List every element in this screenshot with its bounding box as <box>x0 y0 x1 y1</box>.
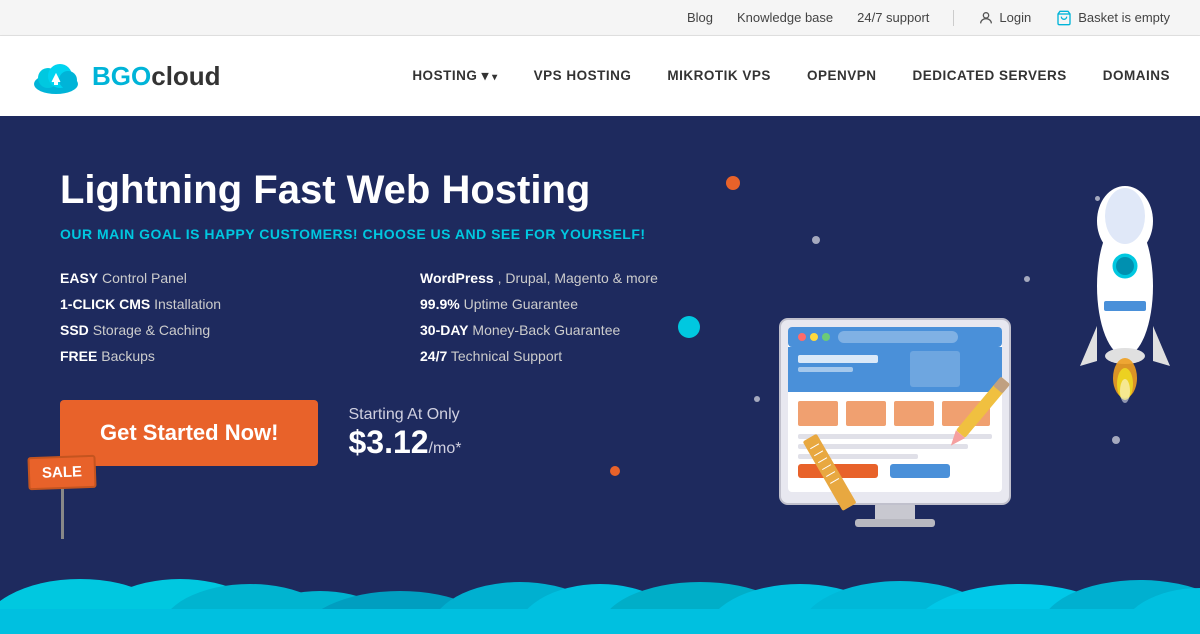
knowledge-base-label: Knowledge base <box>737 10 833 25</box>
basket-label: Basket is empty <box>1078 10 1170 25</box>
dot-2 <box>812 236 820 244</box>
feature-6-text: Money-Back Guarantee <box>472 322 620 338</box>
login-label: Login <box>999 10 1031 25</box>
cta-area: Get Started Now! Starting At Only $3.12/… <box>60 400 740 466</box>
nav-item-mikrotik[interactable]: MIKROTIK VPS <box>667 67 771 85</box>
dot-8 <box>610 466 620 476</box>
sale-post <box>61 489 64 539</box>
feature-8-text: Technical Support <box>451 348 562 364</box>
basket-icon <box>1055 10 1073 26</box>
nav-link-domains[interactable]: DOMAINS <box>1103 68 1170 83</box>
pricing-amount: $3.12/mo* <box>348 424 461 461</box>
nav-link-openvpn[interactable]: OPENVPN <box>807 68 877 83</box>
feature-5-text: Storage & Caching <box>93 322 211 338</box>
rocket-illustration <box>1060 126 1190 446</box>
feature-1-text: Control Panel <box>102 270 187 286</box>
user-icon <box>978 10 994 26</box>
feature-3-bold: 1-CLICK CMS <box>60 296 150 312</box>
feature-2-bold: WordPress <box>420 270 494 286</box>
feature-6: 30-DAY Money-Back Guarantee <box>420 322 740 338</box>
feature-1: EASY Control Panel <box>60 270 380 286</box>
basket-link[interactable]: Basket is empty <box>1055 10 1170 26</box>
features-grid: EASY Control Panel WordPress , Drupal, M… <box>60 270 740 364</box>
nav-item-dedicated[interactable]: DEDICATED SERVERS <box>912 67 1066 85</box>
login-link[interactable]: Login <box>978 10 1031 26</box>
hero-section: Lightning Fast Web Hosting OUR MAIN GOAL… <box>0 116 1200 634</box>
feature-7-text: Backups <box>101 348 155 364</box>
blog-link[interactable]: Blog <box>687 10 713 25</box>
logo-icon <box>30 56 82 96</box>
nav-link-mikrotik[interactable]: MIKROTIK VPS <box>667 68 771 83</box>
feature-3-text: Installation <box>154 296 221 312</box>
feature-2: WordPress , Drupal, Magento & more <box>420 270 740 286</box>
monitor-illustration <box>750 269 1040 559</box>
feature-8: 24/7 Technical Support <box>420 348 740 364</box>
hero-title: Lightning Fast Web Hosting <box>60 166 740 214</box>
feature-3: 1-CLICK CMS Installation <box>60 296 380 312</box>
feature-2-text: , Drupal, Magento & more <box>498 270 658 286</box>
nav-item-hosting[interactable]: HOSTING ▾ <box>412 67 497 85</box>
feature-5: SSD Storage & Caching <box>60 322 380 338</box>
feature-4: 99.9% Uptime Guarantee <box>420 296 740 312</box>
pricing-starting: Starting At Only <box>348 406 461 424</box>
feature-6-bold: 30-DAY <box>420 322 469 338</box>
nav-links: HOSTING ▾ VPS HOSTING MIKROTIK VPS OPENV… <box>412 67 1170 85</box>
cta-button[interactable]: Get Started Now! <box>60 400 318 466</box>
support-label: 24/7 support <box>857 10 929 25</box>
nav-link-hosting[interactable]: HOSTING ▾ <box>412 68 497 83</box>
hero-content: Lightning Fast Web Hosting OUR MAIN GOAL… <box>60 166 740 466</box>
feature-4-text: Uptime Guarantee <box>464 296 578 312</box>
nav-bar: BGOcloud HOSTING ▾ VPS HOSTING MIKROTIK … <box>0 36 1200 116</box>
pricing-text: Starting At Only $3.12/mo* <box>348 406 461 461</box>
nav-item-openvpn[interactable]: OPENVPN <box>807 67 877 85</box>
feature-5-bold: SSD <box>60 322 89 338</box>
divider <box>953 10 954 26</box>
hero-subtitle: OUR MAIN GOAL IS HAPPY CUSTOMERS! CHOOSE… <box>60 226 740 242</box>
nav-link-vps[interactable]: VPS HOSTING <box>534 68 632 83</box>
feature-1-bold: EASY <box>60 270 98 286</box>
nav-item-domains[interactable]: DOMAINS <box>1103 67 1170 85</box>
feature-4-bold: 99.9% <box>420 296 460 312</box>
price: $3.12 <box>348 424 428 460</box>
knowledge-base-link[interactable]: Knowledge base <box>737 10 833 25</box>
support-link[interactable]: 24/7 support <box>857 10 929 25</box>
feature-7: FREE Backups <box>60 348 380 364</box>
period: /mo* <box>429 440 462 457</box>
sale-sign: SALE <box>28 456 96 539</box>
feature-8-bold: 24/7 <box>420 348 447 364</box>
logo-text: BGOcloud <box>92 61 221 92</box>
feature-7-bold: FREE <box>60 348 97 364</box>
nav-link-dedicated[interactable]: DEDICATED SERVERS <box>912 68 1066 83</box>
top-bar: Blog Knowledge base 24/7 support Login B… <box>0 0 1200 36</box>
sale-badge: SALE <box>27 455 96 490</box>
nav-item-vps[interactable]: VPS HOSTING <box>534 67 632 85</box>
blog-label: Blog <box>687 10 713 25</box>
logo[interactable]: BGOcloud <box>30 56 221 96</box>
